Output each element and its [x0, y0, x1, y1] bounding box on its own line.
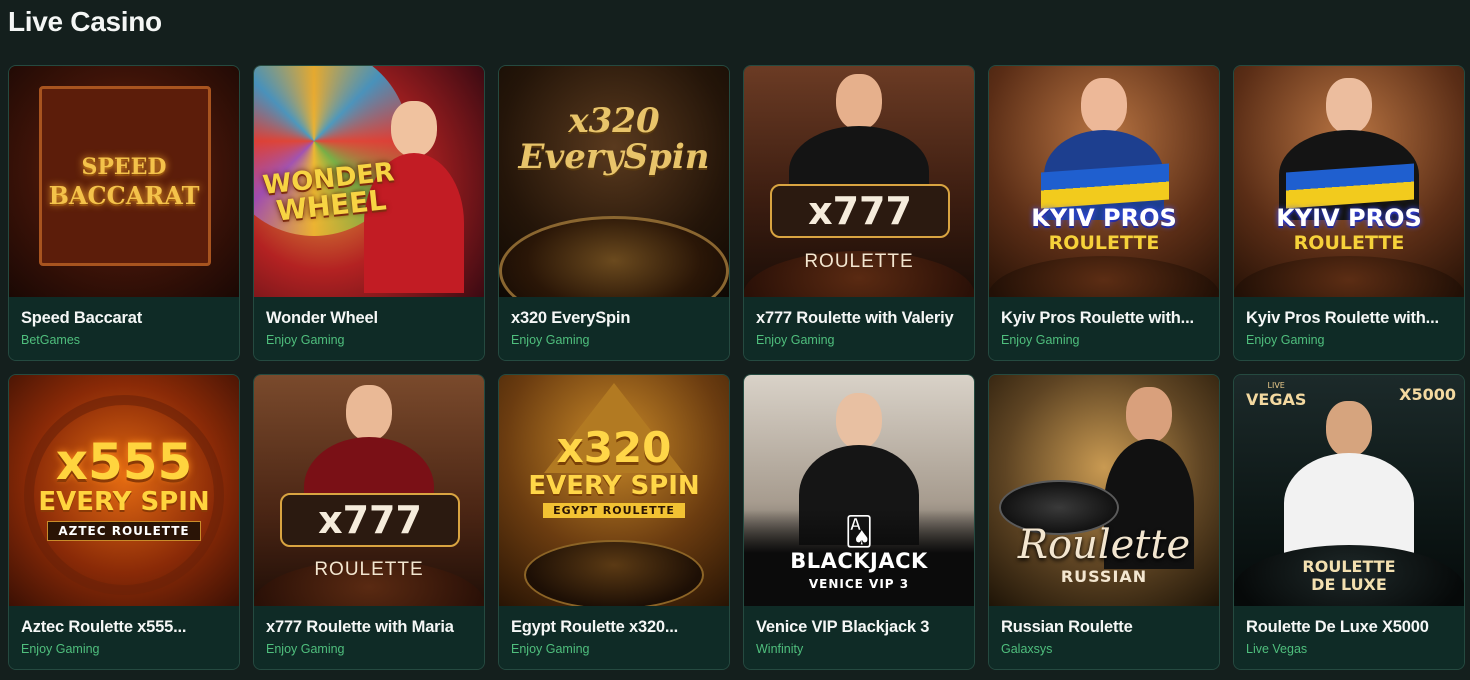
game-provider: Enjoy Gaming	[511, 642, 590, 656]
roulette-wheel	[499, 216, 729, 297]
logo-line: x320	[556, 423, 672, 472]
game-title: x320 EverySpin	[511, 309, 631, 327]
logo-line: DE LUXE	[1311, 575, 1387, 594]
logo-line: EverySpin	[518, 137, 710, 177]
game-thumbnail[interactable]: LIVE VEGAS X5000 ROULETTE DE LUXE	[1234, 375, 1464, 606]
logo-line: SPEED	[81, 153, 167, 180]
game-title: Russian Roulette	[1001, 618, 1133, 636]
game-card-egypt-roulette[interactable]: x320 EVERY SPIN EGYPT ROULETTE Egypt Rou…	[498, 374, 730, 670]
game-thumbnail[interactable]: KYIV PROS ROULETTE	[989, 66, 1219, 297]
game-grid: SPEED BACCARAT Speed Baccarat BetGames W…	[8, 65, 1465, 670]
logo-line: ROULETTE	[1048, 232, 1160, 254]
roulette-wheel	[989, 256, 1219, 297]
game-thumbnail[interactable]: x320 EVERY SPIN EGYPT ROULETTE	[499, 375, 729, 606]
game-title: Aztec Roulette x555...	[21, 618, 187, 636]
logo-line: KYIV PROS	[1276, 204, 1422, 232]
game-title: Egypt Roulette x320...	[511, 618, 679, 636]
game-provider: Enjoy Gaming	[756, 333, 835, 347]
game-card-venice-blackjack[interactable]: 🂡 BLACKJACK VENICE VIP 3 Venice VIP Blac…	[743, 374, 975, 670]
logo-line: x777	[318, 498, 422, 542]
logo-line: ROULETTE	[314, 559, 424, 580]
logo-line: KYIV PROS	[1031, 204, 1177, 232]
logo-line: RUSSIAN	[1060, 567, 1148, 586]
game-provider: Enjoy Gaming	[511, 333, 590, 347]
game-provider: Winfinity	[756, 642, 804, 656]
game-provider: Enjoy Gaming	[1246, 333, 1325, 347]
game-card-russian-roulette[interactable]: Roulette RUSSIAN Russian Roulette Galaxs…	[988, 374, 1220, 670]
game-provider: Galaxsys	[1001, 642, 1053, 656]
logo-line: BLACKJACK	[790, 549, 928, 573]
logo-line: Roulette	[1017, 522, 1191, 568]
game-thumbnail[interactable]: x320 EverySpin	[499, 66, 729, 297]
game-card-x777-maria[interactable]: x777 ROULETTE x777 Roulette with Maria E…	[253, 374, 485, 670]
multiplier-badge: X5000	[1399, 385, 1456, 404]
game-title: Kyiv Pros Roulette with...	[1246, 309, 1439, 327]
game-card-roulette-deluxe[interactable]: LIVE VEGAS X5000 ROULETTE DE LUXE Roulet…	[1233, 374, 1465, 670]
game-title: Roulette De Luxe X5000	[1246, 618, 1429, 636]
game-provider: Enjoy Gaming	[1001, 333, 1080, 347]
game-provider: BetGames	[21, 333, 81, 347]
game-title: x777 Roulette with Maria	[266, 618, 454, 636]
game-thumbnail[interactable]: x555 EVERY SPIN AZTEC ROULETTE	[9, 375, 239, 606]
game-title: Speed Baccarat	[21, 309, 143, 327]
game-thumbnail[interactable]: Roulette RUSSIAN	[989, 375, 1219, 606]
logo-line: EVERY SPIN	[38, 487, 210, 517]
game-card-speed-baccarat[interactable]: SPEED BACCARAT Speed Baccarat BetGames	[8, 65, 240, 361]
page-title: Live Casino	[8, 6, 162, 37]
game-card-x777-valeriy[interactable]: x777 ROULETTE x777 Roulette with Valeriy…	[743, 65, 975, 361]
logo-line: BACCARAT	[48, 180, 200, 210]
game-thumbnail[interactable]: WONDER WHEEL	[254, 66, 484, 297]
game-title: Wonder Wheel	[266, 309, 378, 327]
logo-line: x777	[808, 189, 912, 233]
game-title: Kyiv Pros Roulette with...	[1001, 309, 1194, 327]
game-provider: Enjoy Gaming	[266, 333, 345, 347]
game-card-kyiv-pros-1[interactable]: KYIV PROS ROULETTE Kyiv Pros Roulette wi…	[988, 65, 1220, 361]
game-card-kyiv-pros-2[interactable]: KYIV PROS ROULETTE Kyiv Pros Roulette wi…	[1233, 65, 1465, 361]
logo-line: x320	[568, 101, 660, 141]
game-card-x320-everyspin[interactable]: x320 EverySpin x320 EverySpin Enjoy Gami…	[498, 65, 730, 361]
dealer-figure	[1284, 401, 1414, 553]
game-thumbnail[interactable]: SPEED BACCARAT	[9, 66, 239, 297]
live-vegas-logo: LIVE VEGAS	[1246, 381, 1307, 409]
logo-line: EVERY SPIN	[528, 471, 700, 501]
game-provider: Enjoy Gaming	[266, 642, 345, 656]
logo-line: ROULETTE	[1293, 232, 1405, 254]
logo-line: AZTEC ROULETTE	[47, 521, 201, 541]
logo-line: ROULETTE	[1302, 557, 1396, 576]
game-provider: Live Vegas	[1246, 642, 1308, 656]
game-card-wonder-wheel[interactable]: WONDER WHEEL Wonder Wheel Enjoy Gaming	[253, 65, 485, 361]
roulette-wheel	[524, 540, 704, 606]
logo-line: ROULETTE	[804, 251, 914, 272]
roulette-wheel	[1234, 256, 1464, 297]
game-thumbnail[interactable]: 🂡 BLACKJACK VENICE VIP 3	[744, 375, 974, 606]
game-provider: Enjoy Gaming	[21, 642, 100, 656]
cards-icon: 🂡	[844, 516, 874, 547]
game-thumbnail[interactable]: KYIV PROS ROULETTE	[1234, 66, 1464, 297]
game-title: x777 Roulette with Valeriy	[756, 309, 954, 327]
logo-line: EGYPT ROULETTE	[543, 503, 685, 518]
game-thumbnail[interactable]: x777 ROULETTE	[744, 66, 974, 297]
game-card-aztec-roulette[interactable]: x555 EVERY SPIN AZTEC ROULETTE Aztec Rou…	[8, 374, 240, 670]
logo-line: VENICE VIP 3	[808, 577, 910, 591]
logo-line: x555	[55, 433, 193, 491]
game-thumbnail[interactable]: x777 ROULETTE	[254, 375, 484, 606]
game-title: Venice VIP Blackjack 3	[756, 618, 930, 636]
